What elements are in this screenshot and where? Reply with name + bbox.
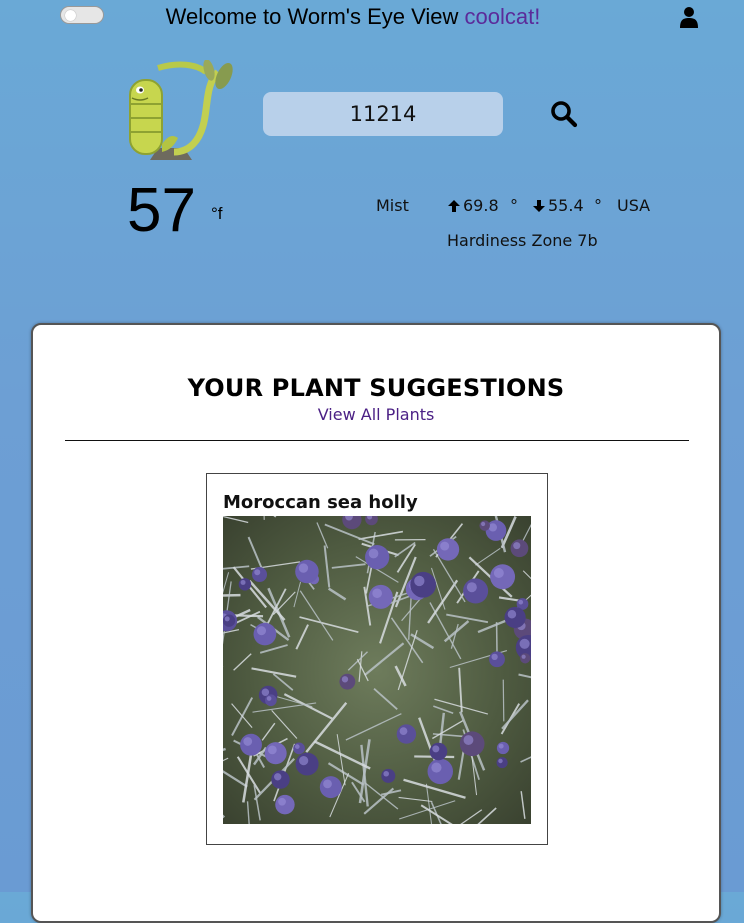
low-degree-symbol: ° [594,196,602,215]
sea-holly-image [223,516,531,824]
temperature-unit: °f [211,204,223,224]
zip-search-input[interactable] [263,92,503,136]
suggestions-title: YOUR PLANT SUGGESTIONS [33,374,719,402]
username: coolcat! [465,4,541,29]
worm-logo [120,60,238,168]
weather-condition: Mist [376,196,409,215]
divider [65,440,689,441]
hardiness-zone: Hardiness Zone 7b [447,231,598,250]
plant-card[interactable]: Moroccan sea holly [206,473,548,845]
welcome-text: Welcome to Worm's Eye View [166,4,465,29]
high-degree-symbol: ° [510,196,518,215]
view-all-plants-link[interactable]: View All Plants [33,405,719,424]
high-temperature-value: 69.8 [463,196,499,215]
current-temperature: 57 [127,180,196,242]
arrow-down-icon [532,199,546,213]
arrow-up-icon [447,199,461,213]
plant-name: Moroccan sea holly [223,492,418,513]
user-icon[interactable] [680,6,698,28]
search-icon[interactable] [550,100,578,128]
high-temperature: 69.8 [447,196,499,215]
plant-suggestions-panel: YOUR PLANT SUGGESTIONS View All Plants M… [31,323,721,923]
low-temperature: 55.4 [532,196,584,215]
low-temperature-value: 55.4 [548,196,584,215]
welcome-message: Welcome to Worm's Eye View coolcat! [0,4,706,30]
country: USA [617,196,650,215]
plant-photo [223,516,531,824]
